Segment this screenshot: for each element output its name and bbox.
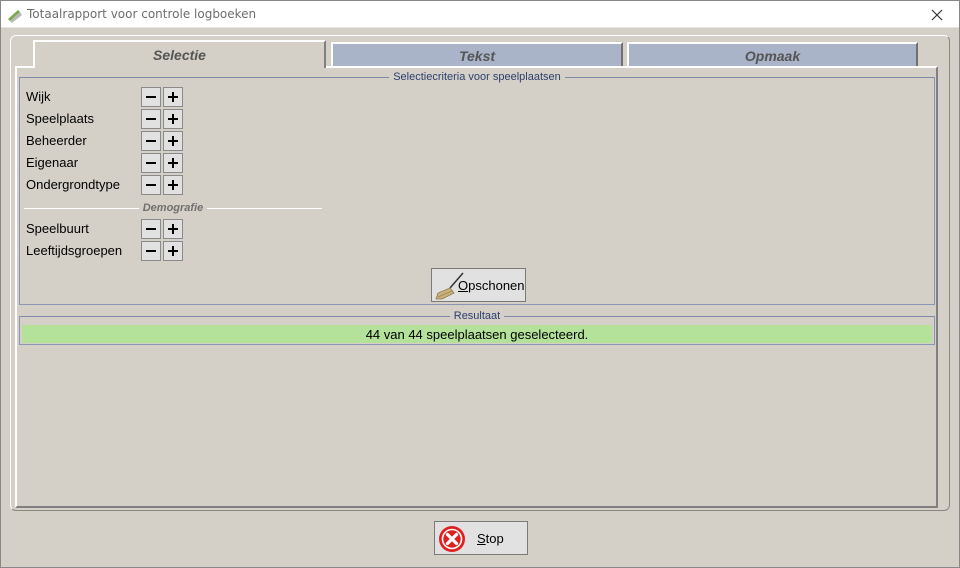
- criteria-label: Ondergrondtype: [26, 177, 120, 192]
- criteria-row-eigenaar: Eigenaar: [26, 153, 196, 173]
- add-beheerder-button[interactable]: [163, 131, 183, 151]
- criteria-row-speelplaats: Speelplaats: [26, 109, 196, 129]
- criteria-row-wijk: Wijk: [26, 87, 196, 107]
- remove-speelbuurt-button[interactable]: [141, 219, 161, 239]
- title-bar: Totaalrapport voor controle logboeken: [1, 1, 959, 28]
- minus-icon: [146, 228, 156, 230]
- plus-icon: [168, 246, 178, 256]
- add-eigenaar-button[interactable]: [163, 153, 183, 173]
- remove-eigenaar-button[interactable]: [141, 153, 161, 173]
- plus-icon: [168, 224, 178, 234]
- add-leeftijdsgroepen-button[interactable]: [163, 241, 183, 261]
- stop-label: top: [485, 531, 504, 546]
- app-logo-icon: [8, 10, 22, 23]
- minus-icon: [146, 184, 156, 186]
- plus-icon: [168, 180, 178, 190]
- close-icon: [931, 9, 943, 20]
- opschonen-label: pschonen: [468, 278, 525, 293]
- add-speelplaats-button[interactable]: [163, 109, 183, 129]
- remove-wijk-button[interactable]: [141, 87, 161, 107]
- criteria-label: Speelbuurt: [26, 221, 89, 236]
- plus-icon: [168, 158, 178, 168]
- remove-speelplaats-button[interactable]: [141, 109, 161, 129]
- criteria-row-leeftijdsgroepen: Leeftijdsgroepen: [26, 241, 196, 261]
- window-title: Totaalrapport voor controle logboeken: [27, 7, 257, 21]
- tab-selectie[interactable]: Selectie: [33, 40, 326, 68]
- criteria-row-speelbuurt: Speelbuurt: [26, 219, 196, 239]
- result-status: 44 van 44 speelplaatsen geselecteerd.: [22, 325, 932, 343]
- result-legend: Resultaat: [449, 310, 505, 322]
- stop-icon: [439, 526, 465, 552]
- plus-icon: [168, 114, 178, 124]
- tab-tekst[interactable]: Tekst: [331, 42, 623, 68]
- remove-beheerder-button[interactable]: [141, 131, 161, 151]
- add-wijk-button[interactable]: [163, 87, 183, 107]
- criteria-legend: Selectiecriteria voor speelplaatsen: [389, 71, 565, 83]
- add-speelbuurt-button[interactable]: [163, 219, 183, 239]
- opschonen-button[interactable]: Opschonen: [431, 268, 526, 302]
- criteria-row-beheerder: Beheerder: [26, 131, 196, 151]
- criteria-group: Selectiecriteria voor speelplaatsen Wijk…: [19, 71, 935, 305]
- plus-icon: [168, 92, 178, 102]
- minus-icon: [146, 96, 156, 98]
- demografie-label: Demografie: [138, 202, 208, 214]
- minus-icon: [146, 118, 156, 120]
- minus-icon: [146, 250, 156, 252]
- remove-ondergrondtype-button[interactable]: [141, 175, 161, 195]
- criteria-label: Wijk: [26, 89, 51, 104]
- stop-button[interactable]: Stop: [434, 521, 528, 555]
- tab-opmaak[interactable]: Opmaak: [627, 42, 918, 68]
- criteria-label: Speelplaats: [26, 111, 94, 126]
- demografie-separator: Demografie: [24, 202, 322, 214]
- criteria-label: Eigenaar: [26, 155, 79, 170]
- criteria-label: Beheerder: [26, 133, 87, 148]
- result-group: Resultaat 44 van 44 speelplaatsen gesele…: [19, 310, 935, 345]
- opschonen-mnemonic: O: [458, 278, 469, 293]
- add-ondergrondtype-button[interactable]: [163, 175, 183, 195]
- stop-mnemonic: S: [477, 531, 486, 546]
- plus-icon: [168, 136, 178, 146]
- criteria-row-ondergrondtype: Ondergrondtype: [26, 175, 196, 195]
- dialog-window: Totaalrapport voor controle logboeken Se…: [0, 0, 960, 568]
- remove-leeftijdsgroepen-button[interactable]: [141, 241, 161, 261]
- close-button[interactable]: [915, 1, 959, 28]
- minus-icon: [146, 162, 156, 164]
- minus-icon: [146, 140, 156, 142]
- criteria-label: Leeftijdsgroepen: [26, 243, 123, 258]
- selectie-panel: Selectiecriteria voor speelplaatsen Wijk…: [15, 66, 938, 508]
